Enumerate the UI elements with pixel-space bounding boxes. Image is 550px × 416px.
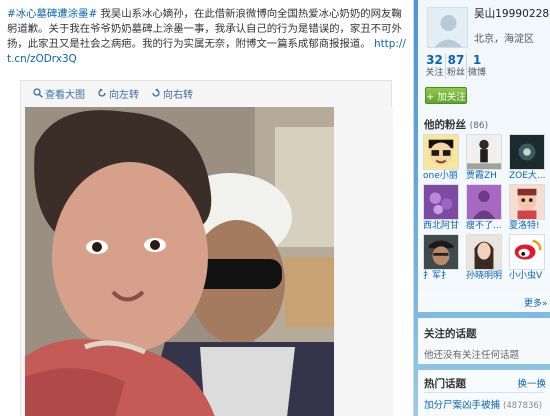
post-photo[interactable] — [25, 107, 334, 416]
view-large-label: 查看大图 — [45, 89, 85, 101]
user-avatar-icon — [428, 8, 467, 47]
cartoon-face-icon — [423, 134, 459, 170]
topics-empty-text: 他还没有关注任何话题 — [424, 350, 520, 361]
profile-username[interactable]: 吴山19990228 — [474, 6, 549, 21]
fan-name: 西北阿甘 — [423, 221, 460, 231]
fan-name: 贾霞ZH — [466, 171, 497, 181]
profile-panel: 吴山19990228 北京，海淀区 32 关注 87 粉丝 1 微博 + 加关注 — [418, 0, 550, 112]
fan-name: one小丽 — [423, 171, 458, 181]
fan-item[interactable]: 西北阿甘 — [423, 184, 461, 234]
profile-stats: 32 关注 87 粉丝 1 微博 — [424, 53, 487, 79]
doll-icon — [509, 184, 545, 220]
fan-name: 孙晓明明 — [466, 271, 503, 281]
fan-name: 小小虫V — [509, 271, 543, 281]
following-label: 关注 — [425, 68, 444, 78]
topics-title: 关注的话题 — [424, 328, 477, 340]
fan-item[interactable]: 贾霞ZH — [466, 134, 504, 184]
follow-button[interactable]: + 加关注 — [425, 87, 467, 104]
rotate-right-button[interactable]: 向右转 — [151, 86, 193, 101]
media-spacer — [334, 107, 393, 416]
weibo-label: 微博 — [467, 68, 486, 78]
fans-count: 87 — [447, 53, 465, 67]
fans-label: 粉丝 — [446, 68, 465, 78]
hot-topics-header: 热门话题 换一换 — [424, 376, 546, 391]
rotate-left-icon — [98, 88, 106, 97]
following-count: 32 — [426, 53, 443, 67]
post-hashtag[interactable]: #冰心墓碑遭涂墨# — [7, 8, 97, 20]
profile-sidebar: 吴山19990228 北京，海淀区 32 关注 87 粉丝 1 微博 + 加关注… — [418, 0, 550, 416]
purple-silhouette-icon — [466, 184, 502, 220]
fan-item[interactable]: 夏洛特! — [509, 184, 547, 234]
portrait-icon — [466, 234, 502, 270]
fans-grid: one小丽 贾霞ZH ZOE大... 西北阿甘 瘦不了... 夏洛特! 扌军扌 … — [423, 134, 547, 284]
weibo-logo-icon — [509, 234, 545, 270]
divider — [424, 392, 544, 393]
person-outdoor-icon — [466, 134, 502, 170]
fan-name: 扌军扌 — [423, 271, 451, 281]
fan-item[interactable]: 瘦不了... — [466, 184, 504, 234]
rotate-right-label: 向右转 — [163, 89, 193, 101]
hot-topic-name: 加分尸案凶手被捕 — [424, 400, 501, 411]
weibo-stat[interactable]: 1 微博 — [466, 53, 487, 79]
fan-item[interactable]: one小丽 — [423, 134, 461, 184]
fan-name: 瘦不了... — [466, 221, 502, 231]
fan-item[interactable]: 小小虫V — [509, 234, 547, 284]
rotate-left-button[interactable]: 向左转 — [97, 86, 139, 101]
magnifier-icon — [33, 88, 43, 98]
weibo-count: 1 — [472, 53, 482, 67]
fan-item[interactable]: ZOE大... — [509, 134, 547, 184]
media-toolbar: 查看大图 向左转 向右转 — [21, 81, 391, 105]
fans-total: (86) — [469, 121, 489, 131]
fans-section-title: 他的粉丝 (86) — [424, 117, 488, 132]
fans-more-link[interactable]: 更多» — [524, 296, 548, 309]
fan-item[interactable]: 孙晓明明 — [466, 234, 504, 284]
rotate-left-label: 向左转 — [109, 89, 139, 101]
hot-topic-count: (487836) — [503, 401, 543, 411]
fan-item[interactable]: 扌军扌 — [423, 234, 461, 284]
media-box: 查看大图 向左转 向右转 — [20, 80, 393, 416]
pirate-icon — [423, 234, 459, 270]
view-large-button[interactable]: 查看大图 — [33, 86, 85, 101]
dark-flower-icon — [509, 134, 545, 170]
avatar[interactable] — [427, 7, 468, 48]
following-stat[interactable]: 32 关注 — [424, 53, 445, 79]
fan-name: ZOE大... — [509, 171, 546, 181]
photo-scene — [25, 107, 334, 416]
profile-location: 北京，海淀区 — [474, 34, 534, 45]
fan-name: 夏洛特! — [509, 221, 540, 231]
purple-flower-icon — [423, 184, 459, 220]
hot-topic-item[interactable]: 加分尸案凶手被捕 (487836) — [424, 397, 542, 411]
fans-title: 他的粉丝 — [424, 119, 466, 131]
weibo-post-card: #冰心墓碑遭涂墨# 我吴山系冰心嫡孙，在此借新浪微博向全国热爱冰心奶奶的网友鞠躬… — [0, 0, 414, 416]
post-text: #冰心墓碑遭涂墨# 我吴山系冰心嫡孙，在此借新浪微博向全国热爱冰心奶奶的网友鞠躬… — [7, 7, 407, 67]
hot-topics-title: 热门话题 — [424, 378, 466, 390]
fans-stat[interactable]: 87 粉丝 — [445, 53, 466, 79]
hot-topics-switch[interactable]: 换一换 — [517, 376, 546, 391]
rotate-right-icon — [152, 88, 160, 97]
